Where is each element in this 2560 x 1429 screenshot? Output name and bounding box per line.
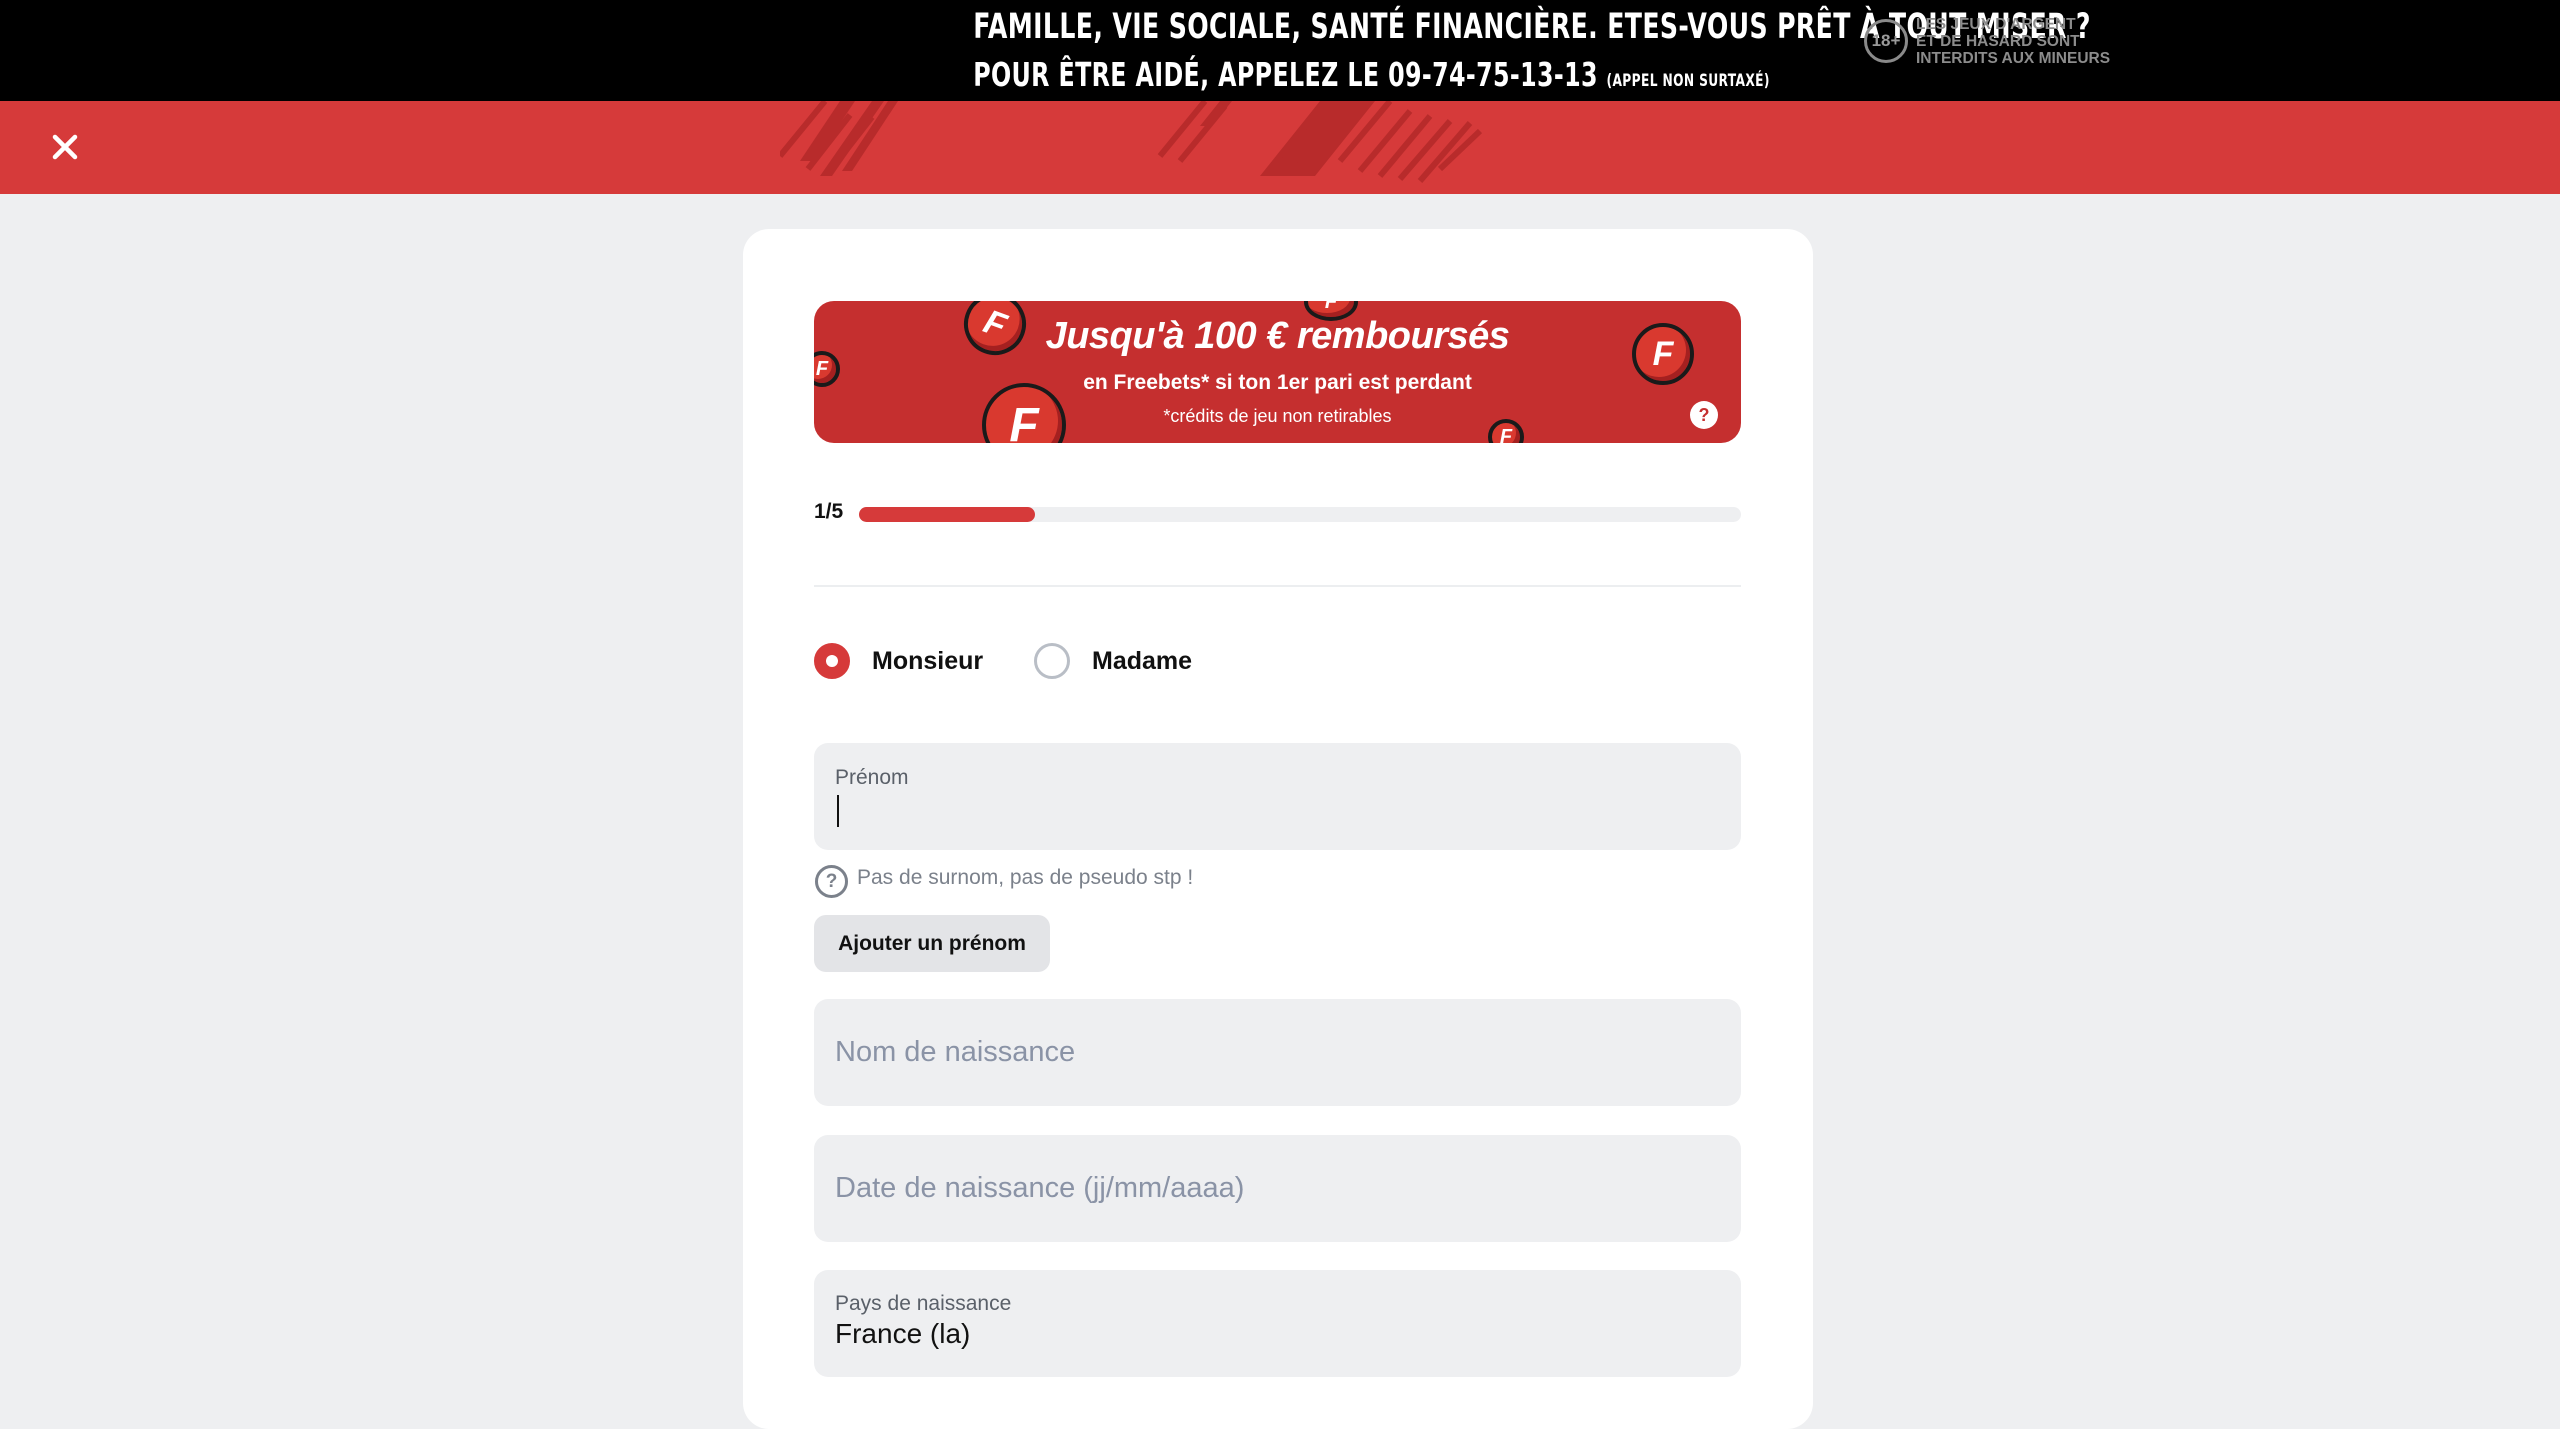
radio-madame[interactable]: Madame — [1034, 643, 1192, 679]
promo-title: Jusqu'à 100 € remboursés — [1045, 315, 1510, 357]
birth-date-field[interactable]: Date de naissance (jj/mm/aaaa) — [814, 1135, 1741, 1242]
responsible-gaming-banner: FAMILLE, VIE SOCIALE, SANTÉ FINANCIÈRE. … — [0, 0, 2560, 101]
promo-banner: F F F F F F Jusqu'à 100 € remboursés en … — [814, 301, 1741, 443]
helpline-text: POUR ÊTRE AIDÉ, APPELEZ LE 09-74-75-13-1… — [973, 55, 1598, 94]
age-text-line-1: LES JEUX D'ARGENT — [1916, 16, 2076, 33]
age-restriction-text: LES JEUX D'ARGENT ET DE HASARD SONT INTE… — [1916, 16, 2110, 67]
progress-track — [859, 507, 1741, 522]
birth-country-field[interactable]: Pays de naissance France (la) — [814, 1270, 1741, 1377]
birth-name-field[interactable]: Nom de naissance — [814, 999, 1741, 1106]
help-icon: ? — [815, 865, 848, 898]
first-name-hint: Pas de surnom, pas de pseudo stp ! — [857, 866, 1194, 889]
step-indicator: 1/5 — [814, 500, 844, 523]
birth-date-placeholder: Date de naissance (jj/mm/aaaa) — [835, 1172, 1245, 1204]
progress-fill — [859, 507, 1036, 522]
decorative-stripes — [780, 101, 1483, 183]
add-first-name-button[interactable]: Ajouter un prénom — [814, 915, 1050, 972]
birth-country-label: Pays de naissance — [835, 1292, 1012, 1315]
close-button[interactable] — [42, 124, 88, 170]
age-restriction-icon: 18+ — [1864, 19, 1908, 63]
helpline-note: (APPEL NON SURTAXÉ) — [1606, 71, 1770, 91]
radio-label: Monsieur — [872, 646, 984, 675]
promo-help-icon[interactable]: ? — [1690, 401, 1718, 429]
promo-subtitle: en Freebets* si ton 1er pari est perdant — [1083, 371, 1472, 394]
radio-label: Madame — [1092, 646, 1193, 675]
first-name-label: Prénom — [835, 766, 909, 789]
red-header — [0, 101, 2560, 194]
warning-line-1: FAMILLE, VIE SOCIALE, SANTÉ FINANCIÈRE. … — [973, 7, 2091, 47]
first-name-field[interactable]: Prénom — [814, 743, 1741, 850]
birth-country-value: France (la) — [835, 1318, 971, 1349]
promo-note: *crédits de jeu non retirables — [1163, 406, 1392, 426]
birth-name-placeholder: Nom de naissance — [835, 1036, 1076, 1068]
radio-selected-icon — [814, 643, 850, 679]
radio-unselected-icon — [1034, 643, 1070, 679]
close-icon — [52, 134, 78, 160]
age-text-line-3: INTERDITS AUX MINEURS — [1916, 50, 2111, 67]
warning-line-2: POUR ÊTRE AIDÉ, APPELEZ LE 09-74-75-13-1… — [973, 52, 1769, 104]
divider — [814, 585, 1741, 587]
text-caret — [837, 795, 839, 827]
age-text-line-2: ET DE HASARD SONT — [1916, 33, 2080, 50]
warning-text: FAMILLE, VIE SOCIALE, SANTÉ FINANCIÈRE. … — [973, 2, 2091, 104]
radio-monsieur[interactable]: Monsieur — [814, 643, 983, 679]
